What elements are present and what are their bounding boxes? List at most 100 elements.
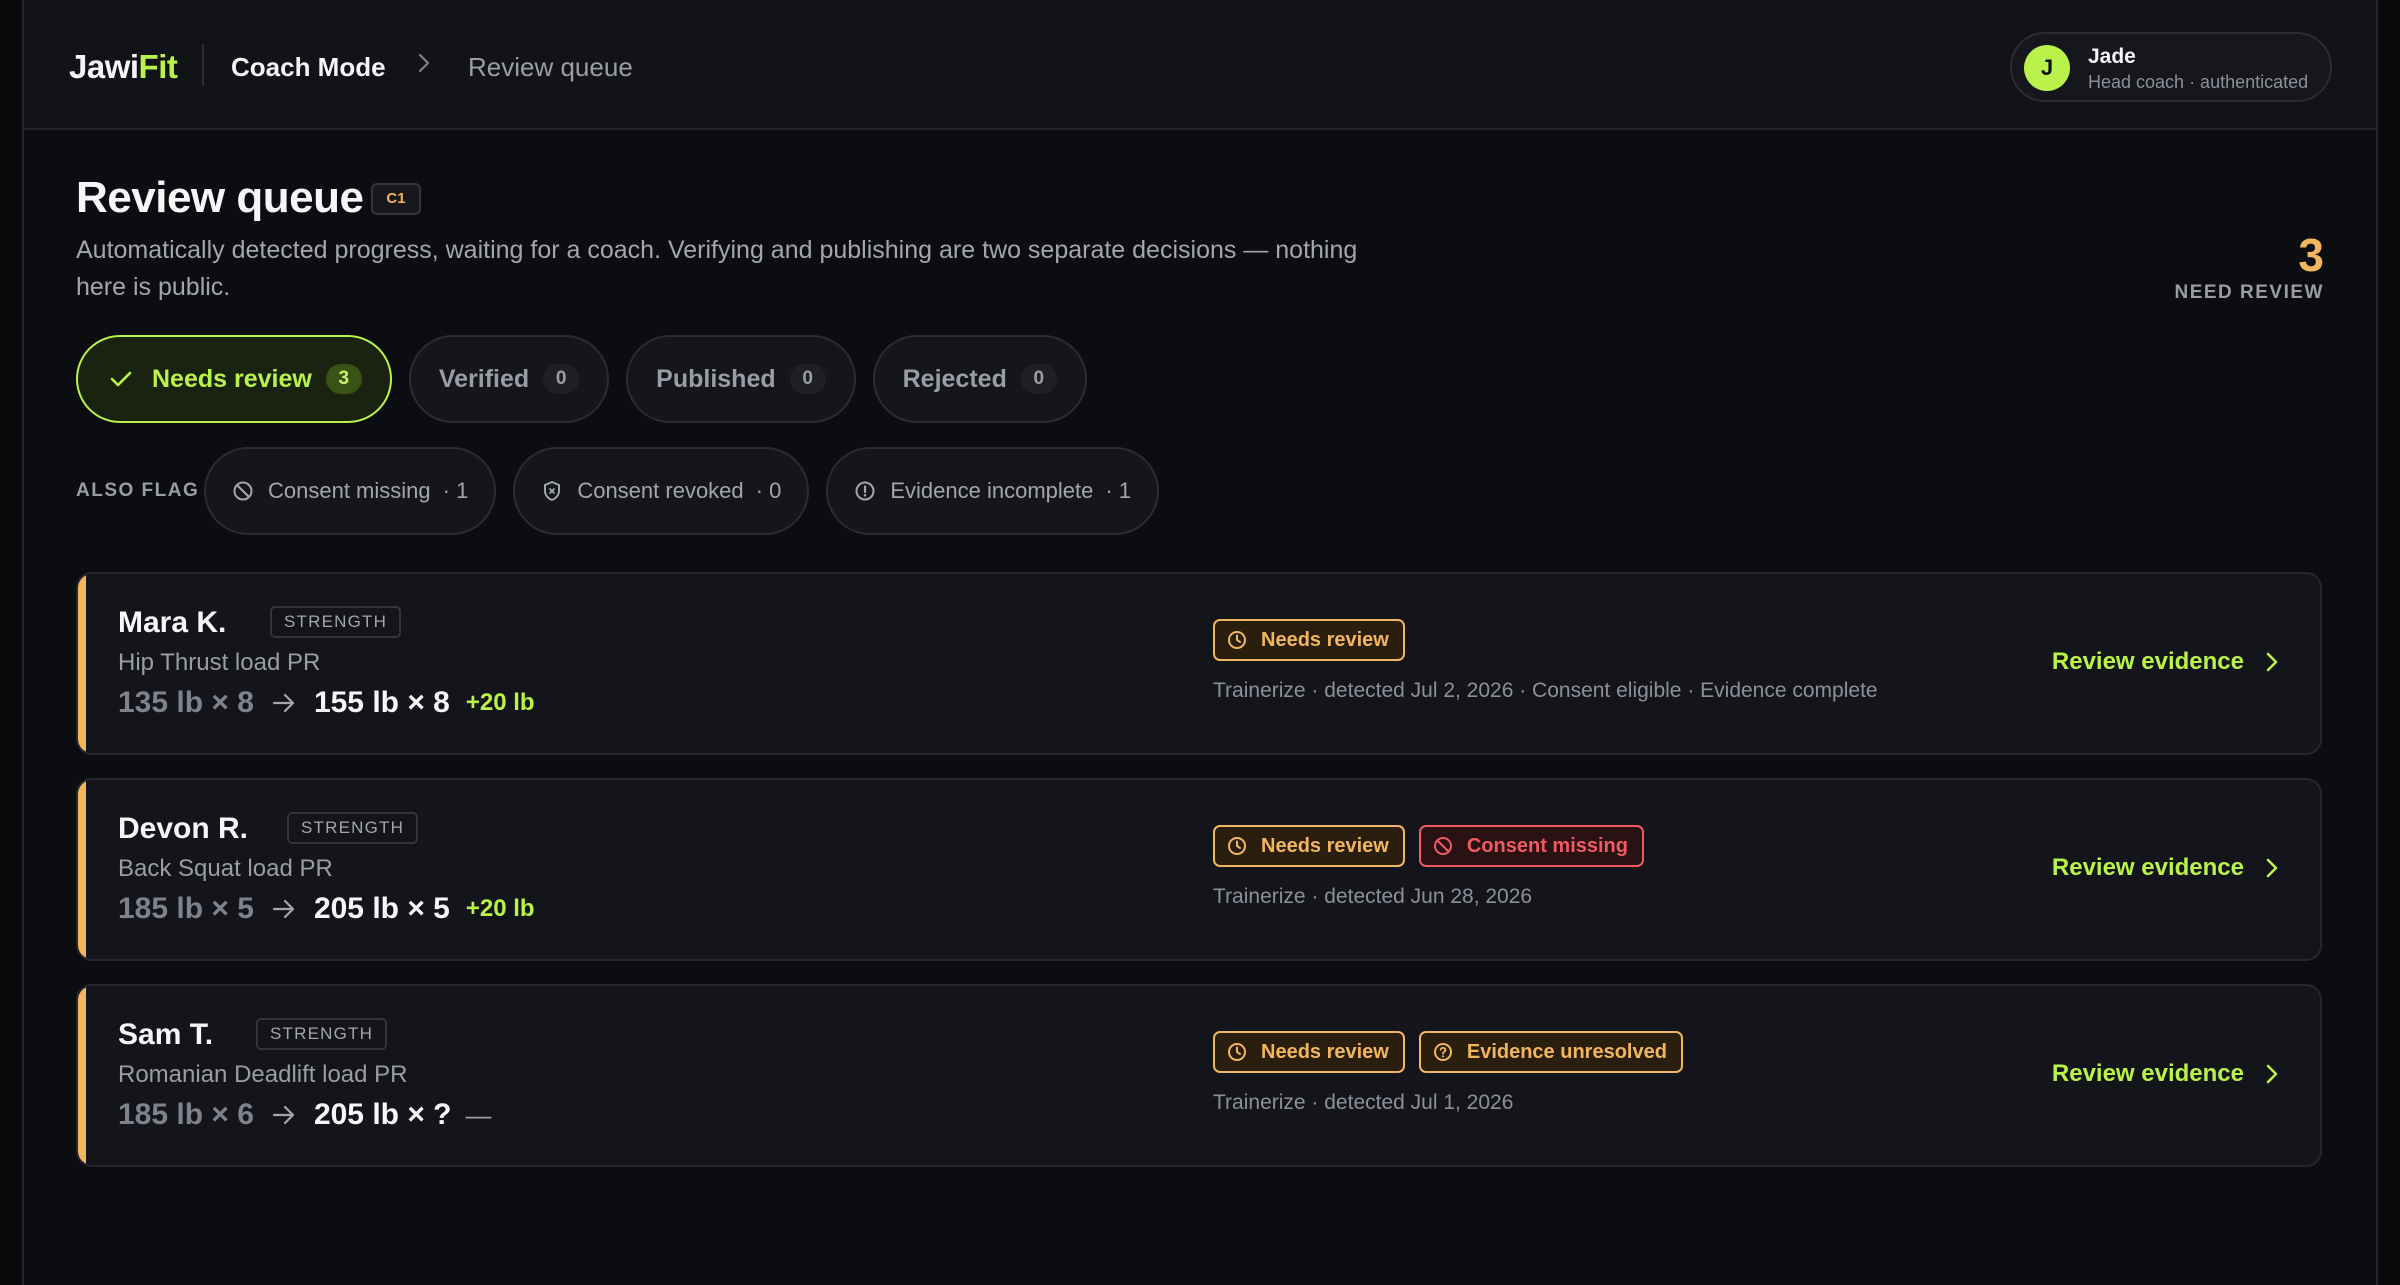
logo-text: Jawi [69, 48, 139, 85]
previous-value: 185 lb × 5 [118, 892, 254, 925]
tab-label: Rejected [902, 364, 1007, 393]
previous-value: 185 lb × 6 [118, 1098, 254, 1131]
flag-label: Consent revoked [577, 478, 744, 503]
arrow-right-icon [272, 692, 296, 714]
value-delta: +20 lb [465, 689, 535, 716]
logo-accent: Fit [138, 48, 178, 85]
tab-label: Published [656, 364, 776, 393]
athlete-name: Mara K. [118, 606, 227, 639]
chevron-right-icon [2266, 1064, 2278, 1084]
progress-values: 135 lb × 8 155 lb × 8 +20 lb [118, 686, 535, 720]
flag-count: · 1 [442, 478, 469, 503]
status-pills: Needs review Evidence unresolved [1213, 1031, 1683, 1073]
status-pills: Needs review Consent missing [1213, 825, 1644, 867]
tab-label: Needs review [152, 364, 312, 393]
flag-label: Evidence incomplete [890, 478, 1094, 503]
review-card[interactable]: Mara K. STRENGTH Hip Thrust load PR 135 … [76, 572, 2322, 755]
status-label: Consent missing [1466, 834, 1628, 857]
user-name: Jade [2088, 45, 2136, 68]
app-frame: JawiFit Coach Mode Review queue J Jade H… [22, 0, 2378, 1285]
tab-count: 0 [543, 364, 580, 394]
page-badge: C1 [371, 183, 421, 215]
review-evidence-label: Review evidence [2051, 1060, 2244, 1087]
previous-value: 135 lb × 8 [118, 686, 254, 719]
tab-count: 0 [789, 364, 826, 394]
also-flag-label: ALSO FLAG [76, 480, 200, 501]
detection-meta: Trainerize · detected Jul 2, 2026 · Cons… [1213, 679, 1878, 702]
category-tag: STRENGTH [287, 812, 419, 844]
progress-values: 185 lb × 5 205 lb × 5 +20 lb [118, 892, 535, 926]
flag-count: · 1 [1105, 478, 1132, 503]
category-tag: STRENGTH [256, 1018, 388, 1050]
breadcrumb-chevron-icon [417, 52, 431, 81]
page-title: Review queue [76, 173, 364, 222]
clock-icon [1227, 836, 1249, 856]
arrow-right-icon [272, 1104, 296, 1126]
exercise-label: Back Squat load PR [118, 855, 333, 882]
status-pills: Needs review [1213, 619, 1405, 661]
clock-icon [1227, 1042, 1249, 1062]
status-badge-needs-review: Needs review [1213, 1031, 1405, 1073]
ban-icon [232, 480, 256, 502]
arrow-right-icon [272, 898, 296, 920]
category-tag: STRENGTH [270, 606, 402, 638]
page-subtitle: Automatically detected progress, waiting… [76, 236, 1358, 301]
need-review-count: 3 [2298, 229, 2324, 281]
alert-circle-icon [854, 480, 878, 502]
review-evidence-label: Review evidence [2051, 854, 2244, 881]
breadcrumb-coach-mode[interactable]: Coach Mode [231, 52, 386, 83]
review-card[interactable]: Sam T. STRENGTH Romanian Deadlift load P… [76, 984, 2322, 1167]
status-label: Needs review [1261, 834, 1389, 857]
status-badge-needs-review: Needs review [1213, 825, 1405, 867]
tab-published[interactable]: Published 0 [626, 335, 856, 423]
user-menu[interactable]: J Jade Head coach · authenticated [2010, 32, 2332, 102]
detection-meta: Trainerize · detected Jun 28, 2026 [1213, 885, 1533, 908]
detection-meta: Trainerize · detected Jul 1, 2026 [1213, 1091, 1514, 1114]
ban-icon [1433, 836, 1455, 856]
review-evidence-button[interactable]: Review evidence [2052, 1060, 2278, 1088]
tab-rejected[interactable]: Rejected 0 [872, 335, 1087, 423]
status-badge-needs-review: Needs review [1213, 619, 1405, 661]
value-delta: — [465, 1099, 492, 1130]
exercise-label: Romanian Deadlift load PR [118, 1061, 408, 1088]
review-evidence-button[interactable]: Review evidence [2052, 854, 2278, 882]
tab-verified[interactable]: Verified 0 [408, 335, 610, 423]
flag-evidence-incomplete[interactable]: Evidence incomplete · 1 [826, 447, 1160, 535]
clock-icon [1227, 630, 1249, 650]
flag-label: Consent missing [268, 478, 431, 503]
flag-consent-missing[interactable]: Consent missing · 1 [204, 447, 497, 535]
exercise-label: Hip Thrust load PR [118, 649, 321, 676]
user-role: Head coach · authenticated [2088, 72, 2309, 92]
progress-values: 185 lb × 6 205 lb × ? — [118, 1098, 492, 1132]
new-value: 205 lb × ? [313, 1098, 452, 1131]
status-badge-consent-missing: Consent missing [1418, 825, 1644, 867]
flag-consent-revoked[interactable]: Consent revoked · 0 [513, 447, 810, 535]
breadcrumb-current-page: Review queue [468, 52, 633, 82]
tab-label: Verified [438, 364, 530, 393]
new-value: 155 lb × 8 [313, 686, 450, 719]
flag-filters: Consent missing · 1 Consent revoked · 0 … [204, 447, 1160, 535]
check-icon [110, 370, 136, 388]
tab-needs-review[interactable]: Needs review 3 [76, 335, 392, 423]
new-value: 205 lb × 5 [313, 892, 450, 925]
status-label: Needs review [1261, 1040, 1389, 1063]
status-label: Evidence unresolved [1466, 1040, 1667, 1063]
chevron-right-icon [2266, 858, 2278, 878]
status-tabs: Needs review 3 Verified 0 Published 0 Re… [76, 335, 1087, 423]
status-label: Needs review [1261, 628, 1389, 651]
athlete-name: Devon R. [118, 812, 249, 845]
avatar: J [2024, 45, 2070, 91]
tab-count: 3 [325, 364, 362, 394]
chevron-right-icon [2266, 652, 2278, 672]
need-review-label: NEED REVIEW [2174, 282, 2324, 303]
status-badge-evidence-unresolved: Evidence unresolved [1418, 1031, 1683, 1073]
review-evidence-button[interactable]: Review evidence [2052, 648, 2278, 676]
header-divider [202, 44, 204, 86]
review-card[interactable]: Devon R. STRENGTH Back Squat load PR 185… [76, 778, 2322, 961]
tab-count: 0 [1020, 364, 1057, 394]
review-evidence-label: Review evidence [2051, 648, 2244, 675]
top-bar: JawiFit Coach Mode Review queue J Jade H… [24, 0, 2376, 130]
help-circle-icon [1433, 1042, 1455, 1062]
app-logo[interactable]: JawiFit [69, 48, 178, 86]
value-delta: +20 lb [465, 895, 535, 922]
